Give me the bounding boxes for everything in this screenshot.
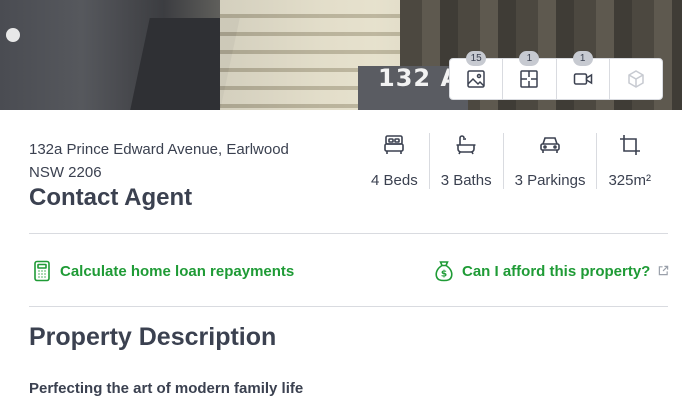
car-icon xyxy=(540,137,560,153)
beds-value: 4 Beds xyxy=(371,172,418,189)
description-section-title: Property Description xyxy=(29,323,277,351)
divider-bottom xyxy=(29,306,668,307)
floorplan-count-badge: 1 xyxy=(519,51,540,66)
address-line-2: NSW 2206 xyxy=(29,164,102,181)
property-features: 4 Beds 3 Baths 3 Parkings 325m² xyxy=(360,133,662,189)
external-link-icon xyxy=(658,263,669,280)
image-icon xyxy=(467,70,485,88)
land-size-icon xyxy=(619,135,640,155)
parkings-value: 3 Parkings xyxy=(514,172,586,189)
feature-beds: 4 Beds xyxy=(360,133,430,189)
afford-property-label: Can I afford this property? xyxy=(462,262,651,280)
photos-count-badge: 15 xyxy=(466,51,487,66)
video-button[interactable]: 1 xyxy=(557,51,610,99)
description-heading: Perfecting the art of modern family life xyxy=(29,380,304,397)
land-size-value: 325m² xyxy=(608,172,651,189)
address-line-1: 132a Prince Edward Avenue, Earlwood xyxy=(29,141,289,158)
floorplan-button[interactable]: 1 xyxy=(503,51,557,99)
feature-parkings: 3 Parkings xyxy=(504,133,598,189)
3d-tour-button[interactable] xyxy=(610,59,662,99)
baths-value: 3 Baths xyxy=(440,172,492,189)
cube-icon xyxy=(628,70,644,88)
bathtub-icon xyxy=(456,135,476,155)
money-bag-icon: $ xyxy=(435,261,453,282)
media-toolbar: 15 1 1 xyxy=(449,51,663,100)
afford-property-link[interactable]: $ Can I afford this property? xyxy=(434,260,669,282)
video-camera-icon xyxy=(573,73,592,85)
property-address: 132a Prince Edward Avenue, Earlwood NSW … xyxy=(29,138,329,184)
bed-icon xyxy=(384,135,405,154)
calculate-loan-link[interactable]: Calculate home loan repayments xyxy=(32,260,294,282)
price-label: Contact Agent xyxy=(29,184,193,211)
calculator-icon xyxy=(34,260,50,282)
calculate-loan-label: Calculate home loan repayments xyxy=(60,262,295,280)
feature-land-size: 325m² xyxy=(597,133,662,189)
floorplan-icon xyxy=(520,70,539,88)
hero-lamp xyxy=(6,28,20,42)
feature-baths: 3 Baths xyxy=(430,133,504,189)
svg-text:$: $ xyxy=(441,270,447,280)
divider-top xyxy=(29,233,668,234)
video-count-badge: 1 xyxy=(572,51,593,66)
photos-button[interactable]: 15 xyxy=(450,51,504,99)
hero-house-number: 132 A xyxy=(378,64,461,92)
